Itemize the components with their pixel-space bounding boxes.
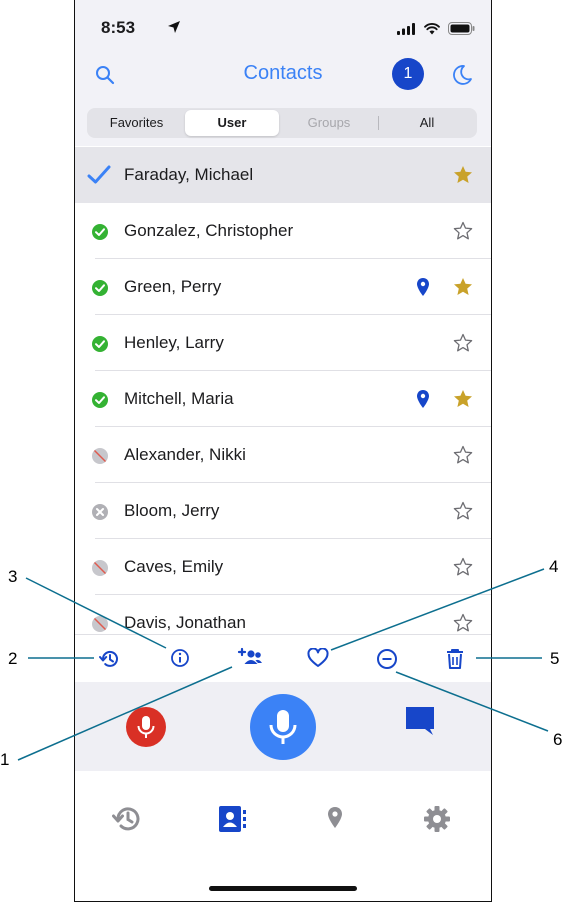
callout-5: 5 <box>550 649 560 668</box>
callout-4: 4 <box>549 557 559 576</box>
callout-6: 6 <box>553 730 563 749</box>
callout-lines <box>17 568 549 761</box>
callout-2: 2 <box>8 649 18 668</box>
callout-3: 3 <box>8 567 18 586</box>
callout-1: 1 <box>0 750 10 769</box>
